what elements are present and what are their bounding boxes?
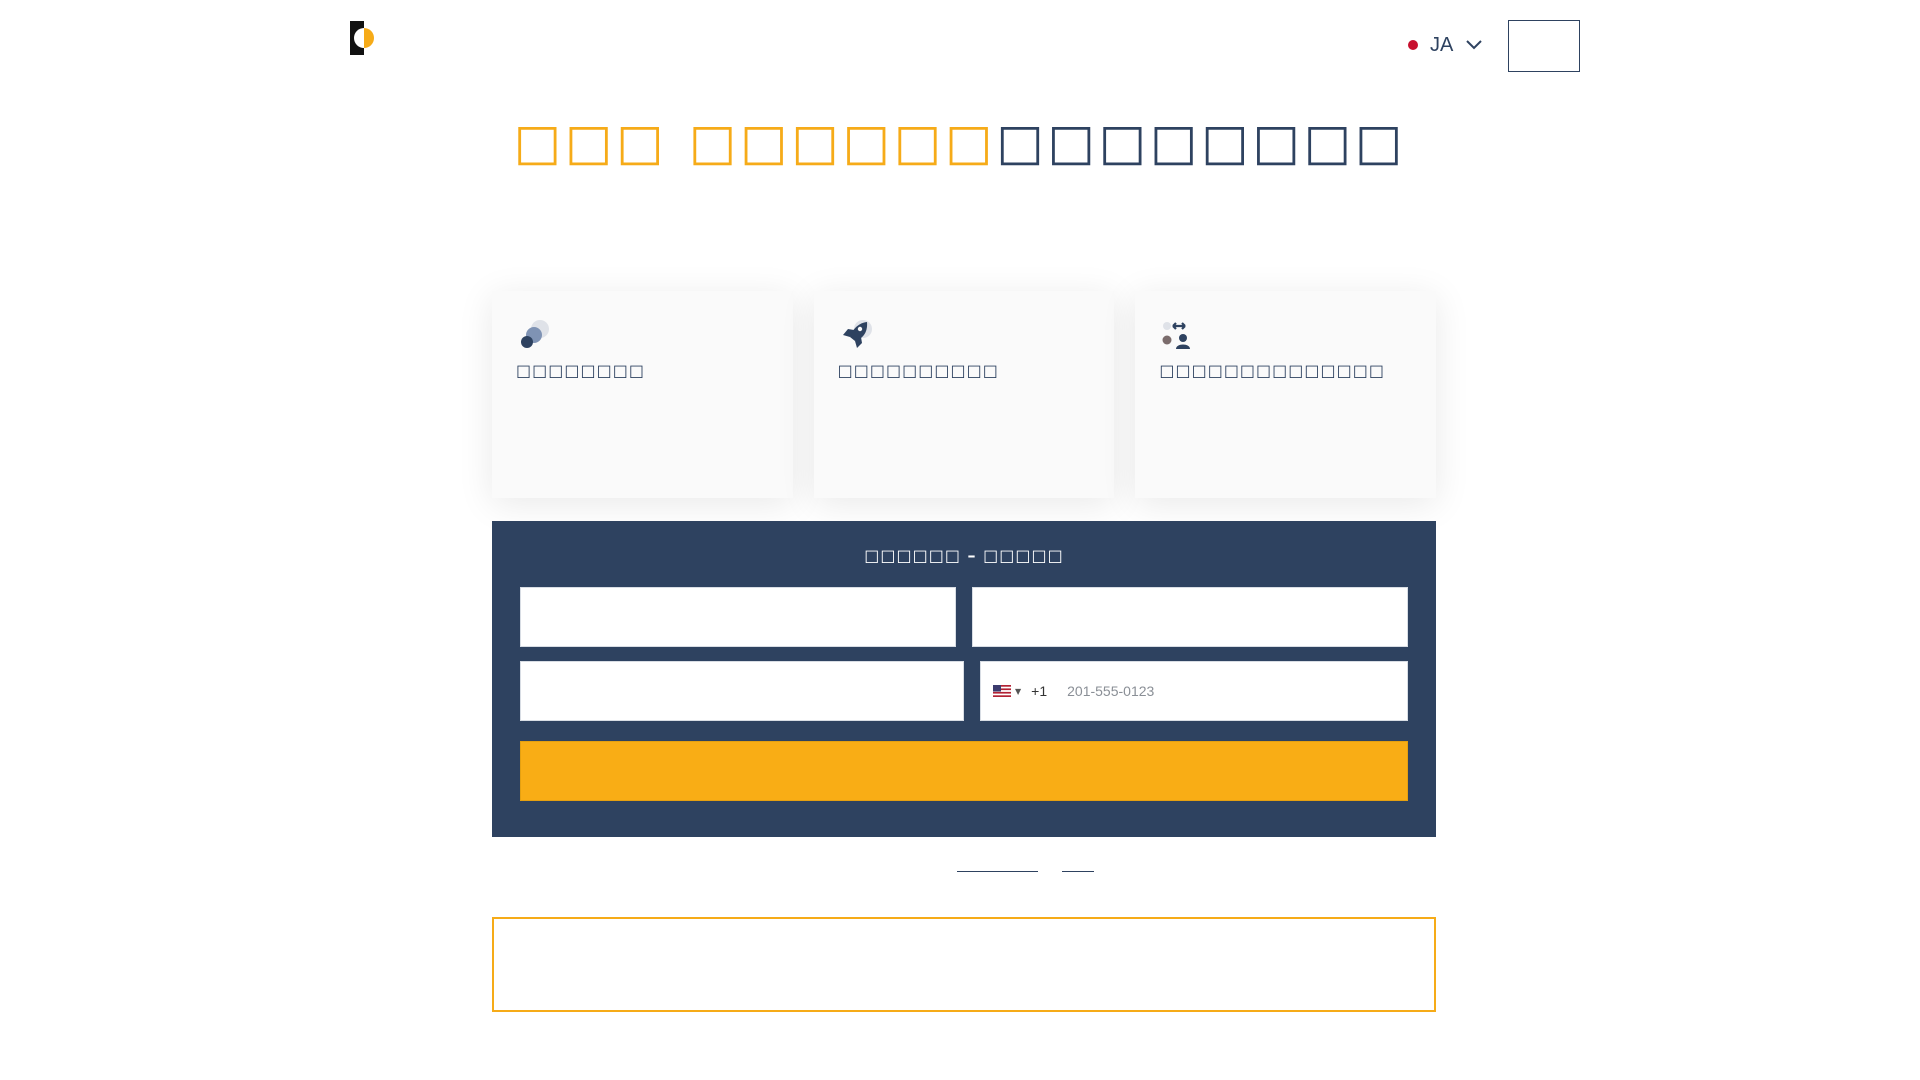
feature-cards: □□□□□□□□ □□□□□□□□□□ □□□□□□□□□□□□□□ bbox=[492, 291, 1437, 498]
dial-code: +1 bbox=[1031, 683, 1048, 699]
signup-form: □□□□□□ – □□□□□ ▼ +1 bbox=[492, 521, 1436, 837]
language-selector[interactable]: JA bbox=[1408, 32, 1483, 58]
overlapping-circles-icon bbox=[521, 320, 549, 348]
info-box bbox=[492, 917, 1436, 1012]
form-row: ▼ +1 bbox=[520, 661, 1408, 721]
landing-page: JA □□□ □□□□□□□□□□□□□□ □□□□□□□□ □□□□□□□□□… bbox=[0, 0, 1920, 1080]
people-exchange-icon bbox=[1162, 322, 1191, 349]
feature-title: □□□□□□□□□□ bbox=[837, 361, 999, 380]
last-name-field[interactable] bbox=[972, 587, 1408, 647]
headline-accent-text: □□□ □□□□□□ bbox=[513, 113, 997, 171]
email-field[interactable] bbox=[520, 661, 964, 721]
phone-field: ▼ +1 bbox=[980, 661, 1408, 721]
form-title: □□□□□□ – □□□□□ bbox=[864, 546, 1064, 565]
rocket-icon bbox=[842, 320, 872, 348]
language-code: JA bbox=[1430, 33, 1454, 56]
japan-flag-dot-icon bbox=[1408, 40, 1418, 50]
submit-button[interactable] bbox=[520, 741, 1408, 801]
phone-input[interactable] bbox=[1067, 662, 1407, 720]
country-code-picker[interactable]: ▼ bbox=[993, 685, 1021, 697]
first-name-field[interactable] bbox=[520, 587, 956, 647]
caret-down-icon: ▼ bbox=[1015, 686, 1022, 696]
headline-dark-text: □□□□□□□□ bbox=[996, 113, 1407, 171]
legal-links bbox=[0, 862, 1920, 874]
form-row bbox=[520, 587, 1408, 647]
feature-card: □□□□□□□□□□ bbox=[813, 291, 1115, 498]
feature-title: □□□□□□□□□□□□□□ bbox=[1159, 361, 1385, 380]
feature-card: □□□□□□□□ bbox=[492, 291, 793, 498]
legal-link[interactable] bbox=[957, 862, 1038, 872]
page-headline: □□□ □□□□□□□□□□□□□□ bbox=[0, 113, 1920, 171]
legal-link[interactable] bbox=[1062, 862, 1094, 872]
chevron-down-icon bbox=[1466, 40, 1483, 50]
us-flag-icon bbox=[993, 685, 1011, 697]
feature-title: □□□□□□□□ bbox=[516, 361, 645, 380]
feature-card: □□□□□□□□□□□□□□ bbox=[1135, 291, 1437, 498]
header-action-button[interactable] bbox=[1508, 20, 1580, 72]
half-circle-logo-icon[interactable] bbox=[350, 21, 380, 55]
